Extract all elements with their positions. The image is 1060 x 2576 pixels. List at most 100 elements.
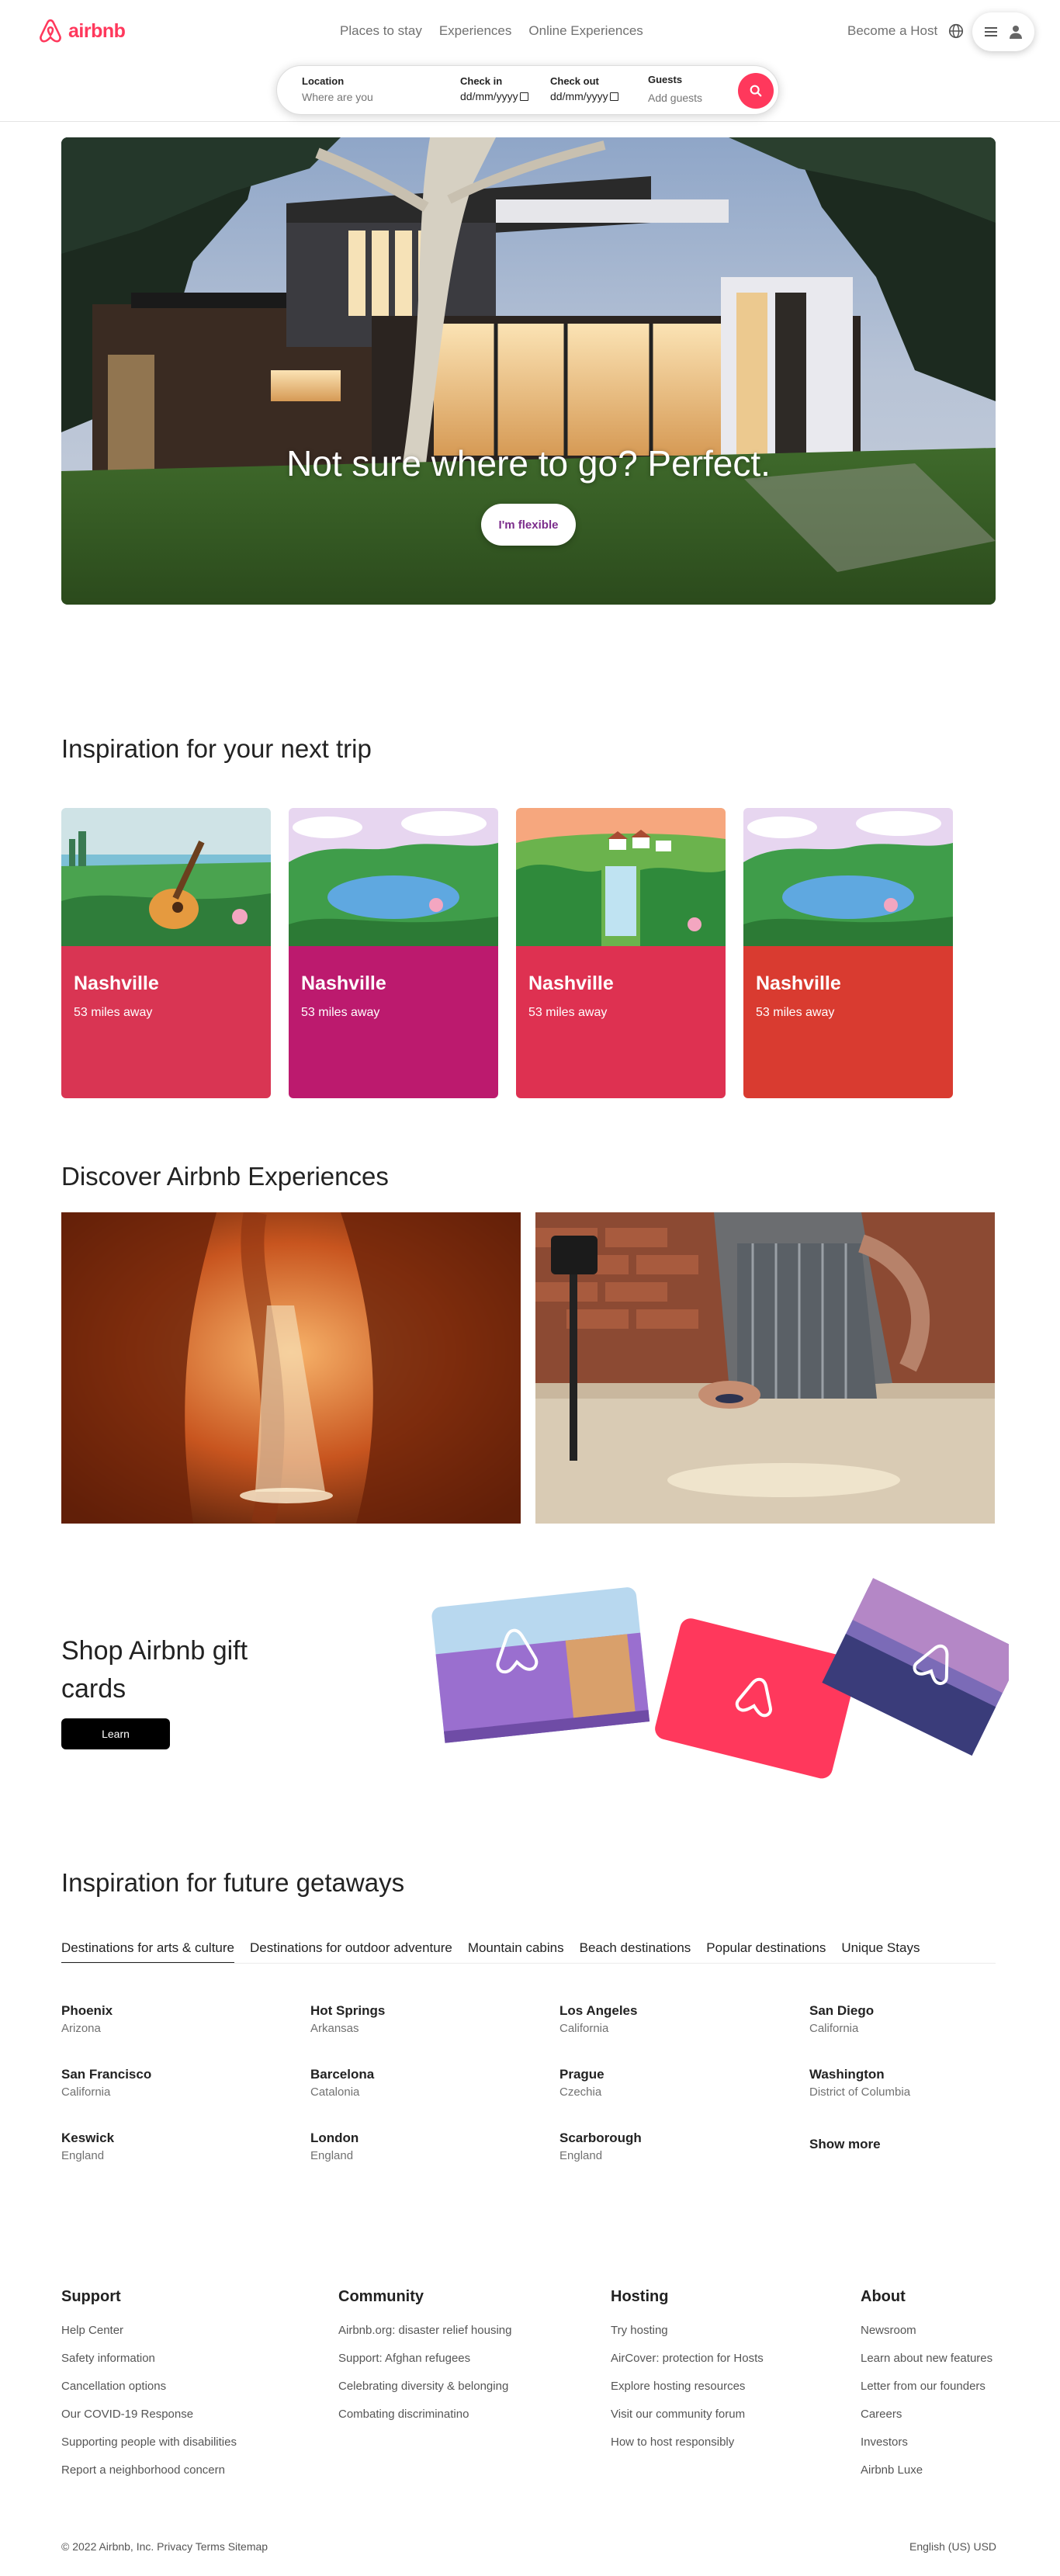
copyright-text: © 2022 Airbnb, Inc. Privacy Terms Sitema… [61, 2540, 268, 2553]
become-host-link[interactable]: Become a Host [847, 23, 937, 39]
inspiration-card[interactable]: Nashville 53 miles away [289, 808, 498, 1098]
card-distance: 53 miles away [756, 1006, 835, 1019]
destination-name: Los Angeles [559, 2003, 638, 2018]
destination-region: Arkansas [310, 2022, 359, 2035]
checkout-field[interactable]: Check out dd/mm/yyyy [550, 66, 636, 116]
site-header: airbnb Places to stay Experiences Online… [0, 0, 1060, 122]
experience-chef-image[interactable] [535, 1212, 995, 1524]
footer-link[interactable]: Careers [861, 2407, 992, 2435]
card-distance: 53 miles away [528, 1006, 608, 1019]
destination-item[interactable]: Scarborough England [559, 2130, 777, 2162]
experience-canyon-image[interactable] [61, 1212, 521, 1524]
footer-link[interactable]: Try hosting [611, 2323, 764, 2351]
footer-column-title: Support [61, 2288, 121, 2305]
waterfall-village-illustration [516, 808, 726, 946]
globe-icon[interactable] [947, 23, 965, 40]
airbnb-logo[interactable]: airbnb [37, 17, 126, 45]
footer-link[interactable]: Safety information [61, 2351, 237, 2379]
footer-link[interactable]: Newsroom [861, 2323, 992, 2351]
footer-column-title: Hosting [611, 2288, 669, 2305]
learn-button[interactable]: Learn [61, 1718, 170, 1749]
destination-item[interactable]: London England [310, 2130, 528, 2162]
footer-column-title: About [861, 2288, 906, 2305]
main-nav: Places to stay Experiences Online Experi… [340, 23, 643, 39]
card-distance: 53 miles away [74, 1006, 153, 1019]
footer-link[interactable]: Combating discriminatino [338, 2407, 511, 2435]
inspiration-title: Inspiration for your next trip [61, 734, 372, 763]
footer-link[interactable]: Explore hosting resources [611, 2379, 764, 2407]
footer-link[interactable]: Airbnb.org: disaster relief housing [338, 2323, 511, 2351]
tab-mountain-cabins[interactable]: Mountain cabins [468, 1940, 564, 1964]
guests-input[interactable] [648, 92, 726, 104]
destination-region: Czechia [559, 2085, 602, 2099]
getaways-tabs: Destinations for arts & culture Destinat… [61, 1940, 920, 1964]
footer-link[interactable]: AirCover: protection for Hosts [611, 2351, 764, 2379]
destination-region: Catalonia [310, 2085, 360, 2099]
calendar-icon[interactable] [609, 92, 618, 101]
calendar-icon[interactable] [519, 92, 528, 101]
footer-column-title: Community [338, 2288, 424, 2305]
footer-link[interactable]: Letter from our founders [861, 2379, 992, 2407]
footer-link[interactable]: Help Center [61, 2323, 237, 2351]
destination-item[interactable]: San Francisco California [61, 2067, 279, 2099]
location-label: Location [302, 75, 345, 87]
inspiration-card[interactable]: Nashville 53 miles away [743, 808, 953, 1098]
footer-link[interactable]: How to host responsibly [611, 2435, 764, 2463]
getaways-title: Inspiration for future getaways [61, 1868, 405, 1897]
language-currency-selector[interactable]: English (US) USD [909, 2540, 996, 2553]
guests-field[interactable]: Guests [648, 66, 733, 116]
footer-link[interactable]: Learn about new features [861, 2351, 992, 2379]
destination-item[interactable]: Prague Czechia [559, 2067, 777, 2099]
search-button[interactable] [738, 73, 774, 109]
destination-item[interactable]: San Diego California [809, 2003, 1027, 2035]
checkin-field[interactable]: Check in dd/mm/yyyy [460, 66, 546, 116]
card-color-panel [289, 946, 498, 1098]
destination-item[interactable]: Phoenix Arizona [61, 2003, 279, 2035]
tab-beach-destinations[interactable]: Beach destinations [580, 1940, 691, 1964]
destination-name: Hot Springs [310, 2003, 386, 2018]
inspiration-card[interactable]: Nashville 53 miles away [61, 808, 271, 1098]
checkin-value: dd/mm/yyyy [460, 90, 518, 102]
footer-link[interactable]: Investors [861, 2435, 992, 2463]
footer-link[interactable]: Report a neighborhood concern [61, 2463, 237, 2491]
lake-illustration [289, 808, 498, 946]
destination-name: London [310, 2130, 359, 2145]
hero-banner: Not sure where to go? Perfect. I'm flexi… [61, 137, 996, 605]
tab-outdoor-adventure[interactable]: Destinations for outdoor adventure [250, 1940, 452, 1964]
destination-name: San Francisco [61, 2067, 152, 2082]
nav-online-experiences[interactable]: Online Experiences [528, 23, 643, 39]
checkout-date[interactable]: dd/mm/yyyy [550, 90, 618, 102]
footer-link[interactable]: Visit our community forum [611, 2407, 764, 2435]
tab-popular-destinations[interactable]: Popular destinations [706, 1940, 826, 1964]
im-flexible-button[interactable]: I'm flexible [481, 504, 576, 546]
user-menu-button[interactable] [972, 12, 1034, 51]
footer-link[interactable]: Cancellation options [61, 2379, 237, 2407]
nav-places-to-stay[interactable]: Places to stay [340, 23, 422, 39]
hero-title: Not sure where to go? Perfect. [286, 443, 771, 484]
footer-column-support: Support Help Center Safety information C… [61, 2288, 237, 2491]
location-input[interactable] [302, 91, 442, 103]
destination-item[interactable]: Los Angeles California [559, 2003, 777, 2035]
destination-item[interactable]: Washington District of Columbia [809, 2067, 1027, 2099]
footer-link[interactable]: Celebrating diversity & belonging [338, 2379, 511, 2407]
nav-experiences[interactable]: Experiences [439, 23, 512, 39]
card-title: Nashville [74, 973, 159, 994]
destination-region: California [61, 2085, 111, 2099]
destination-item[interactable]: Barcelona Catalonia [310, 2067, 528, 2099]
footer-column-hosting: Hosting Try hosting AirCover: protection… [611, 2288, 764, 2463]
destination-item[interactable]: Keswick England [61, 2130, 279, 2162]
checkin-date[interactable]: dd/mm/yyyy [460, 90, 528, 102]
footer-link[interactable]: Airbnb Luxe [861, 2463, 992, 2491]
destination-item[interactable]: Hot Springs Arkansas [310, 2003, 528, 2035]
location-field[interactable]: Location [277, 66, 456, 116]
tab-unique-stays[interactable]: Unique Stays [841, 1940, 920, 1964]
tab-arts-culture[interactable]: Destinations for arts & culture [61, 1940, 234, 1964]
footer-link[interactable]: Supporting people with disabilities [61, 2435, 237, 2463]
footer-link[interactable]: Support: Afghan refugees [338, 2351, 511, 2379]
footer-link[interactable]: Our COVID-19 Response [61, 2407, 237, 2435]
inspiration-card[interactable]: Nashville 53 miles away [516, 808, 726, 1098]
card-title: Nashville [301, 973, 386, 994]
footer-column-community: Community Airbnb.org: disaster relief ho… [338, 2288, 511, 2435]
show-more-link[interactable]: Show more [809, 2137, 881, 2152]
airbnb-logo-icon [40, 19, 61, 43]
